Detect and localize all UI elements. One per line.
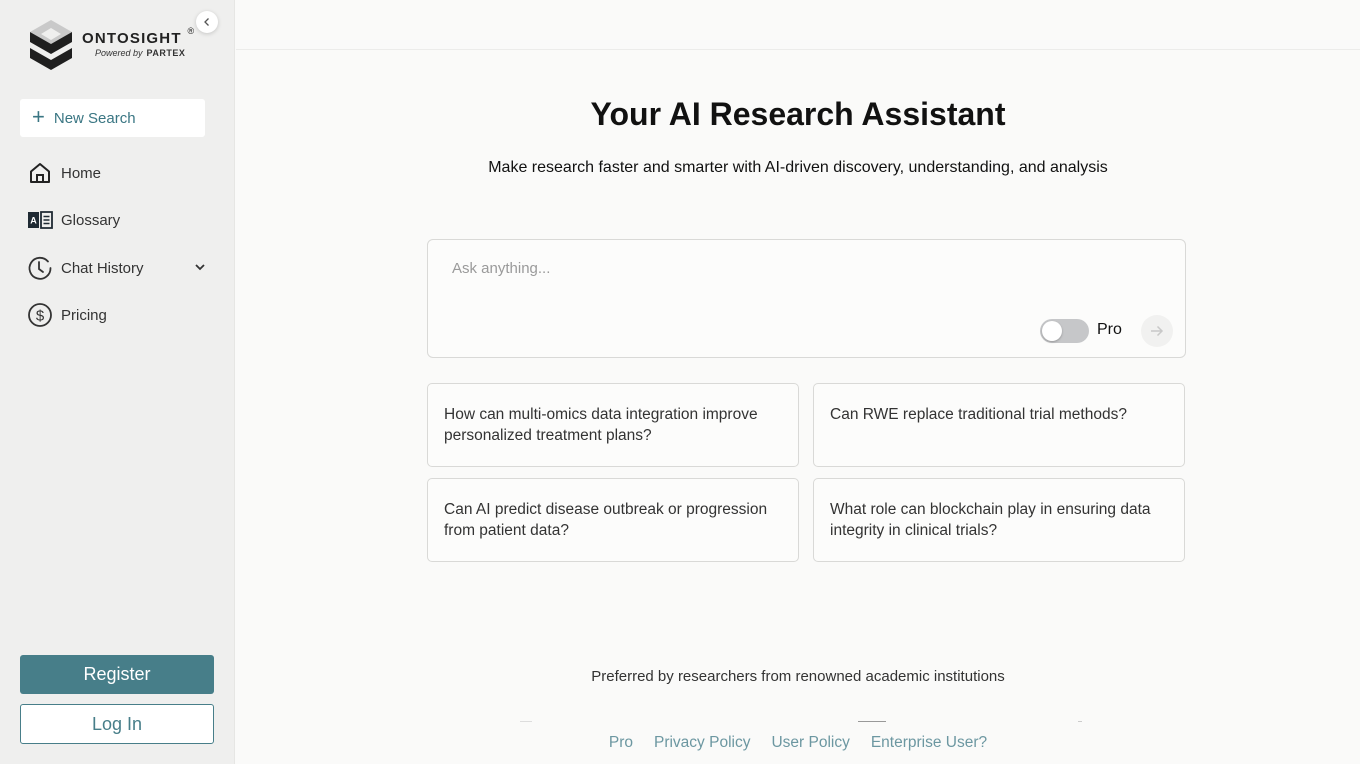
pro-toggle[interactable] (1040, 319, 1089, 343)
footer-link-enterprise-user[interactable]: Enterprise User? (871, 734, 987, 752)
suggestion-card[interactable]: How can multi-omics data integration imp… (427, 383, 799, 467)
home-icon (27, 160, 53, 186)
chevron-left-icon (204, 18, 209, 26)
footer-link-pro[interactable]: Pro (609, 734, 633, 752)
ontosight-logo[interactable]: ONTOSIGHT ® Powered by PARTEX (28, 18, 196, 70)
suggestion-card[interactable]: What role can blockchain play in ensurin… (813, 478, 1185, 562)
login-button[interactable]: Log In (20, 704, 214, 744)
ask-box: Pro (427, 239, 1186, 358)
sidebar-item-glossary[interactable]: A Glossary (27, 202, 217, 238)
sidebar-item-pricing[interactable]: $ Pricing (27, 297, 217, 333)
top-bar (236, 0, 1360, 50)
suggestion-card[interactable]: Can RWE replace traditional trial method… (813, 383, 1185, 467)
history-clock-icon (27, 255, 53, 281)
logo-mark-icon (30, 20, 72, 70)
sidebar-item-label: Pricing (61, 306, 107, 324)
chevron-down-icon[interactable] (193, 260, 207, 274)
send-button[interactable] (1141, 315, 1173, 347)
institutions-caption: Preferred by researchers from renowned a… (591, 668, 1005, 685)
dollar-circle-icon: $ (27, 302, 53, 328)
register-button[interactable]: Register (20, 655, 214, 694)
page-subtitle: Make research faster and smarter with AI… (488, 159, 1108, 176)
sidebar-item-home[interactable]: Home (27, 155, 217, 191)
brand-name: ONTOSIGHT ® (82, 26, 196, 47)
new-search-button[interactable]: + New Search (20, 99, 205, 137)
sidebar-item-label: Glossary (61, 211, 121, 229)
footer-link-user-policy[interactable]: User Policy (771, 734, 849, 752)
svg-text:$: $ (36, 308, 45, 325)
footer: Pro Privacy Policy User Policy Enterpris… (236, 734, 1360, 752)
ask-input[interactable] (452, 260, 1152, 277)
collapse-sidebar-button[interactable] (196, 11, 218, 33)
sidebar-item-label: Chat History (61, 259, 144, 277)
plus-icon: + (32, 104, 45, 129)
institution-logos-strip (520, 721, 1082, 722)
svg-text:A: A (30, 216, 37, 226)
pro-label: Pro (1097, 321, 1122, 338)
suggestion-card[interactable]: Can AI predict disease outbreak or progr… (427, 478, 799, 562)
sidebar-item-label: Home (61, 164, 102, 182)
new-search-label: New Search (53, 109, 136, 127)
footer-link-privacy-policy[interactable]: Privacy Policy (654, 734, 750, 752)
page-title: Your AI Research Assistant (590, 96, 1006, 132)
sidebar: ONTOSIGHT ® Powered by PARTEX + New Search… (0, 0, 235, 764)
toggle-knob (1042, 321, 1062, 341)
sidebar-item-chat-history[interactable]: Chat History (27, 250, 217, 286)
arrow-right-icon (1151, 325, 1164, 337)
powered-by: Powered by PARTEX (95, 48, 186, 58)
glossary-book-icon: A (27, 207, 53, 233)
